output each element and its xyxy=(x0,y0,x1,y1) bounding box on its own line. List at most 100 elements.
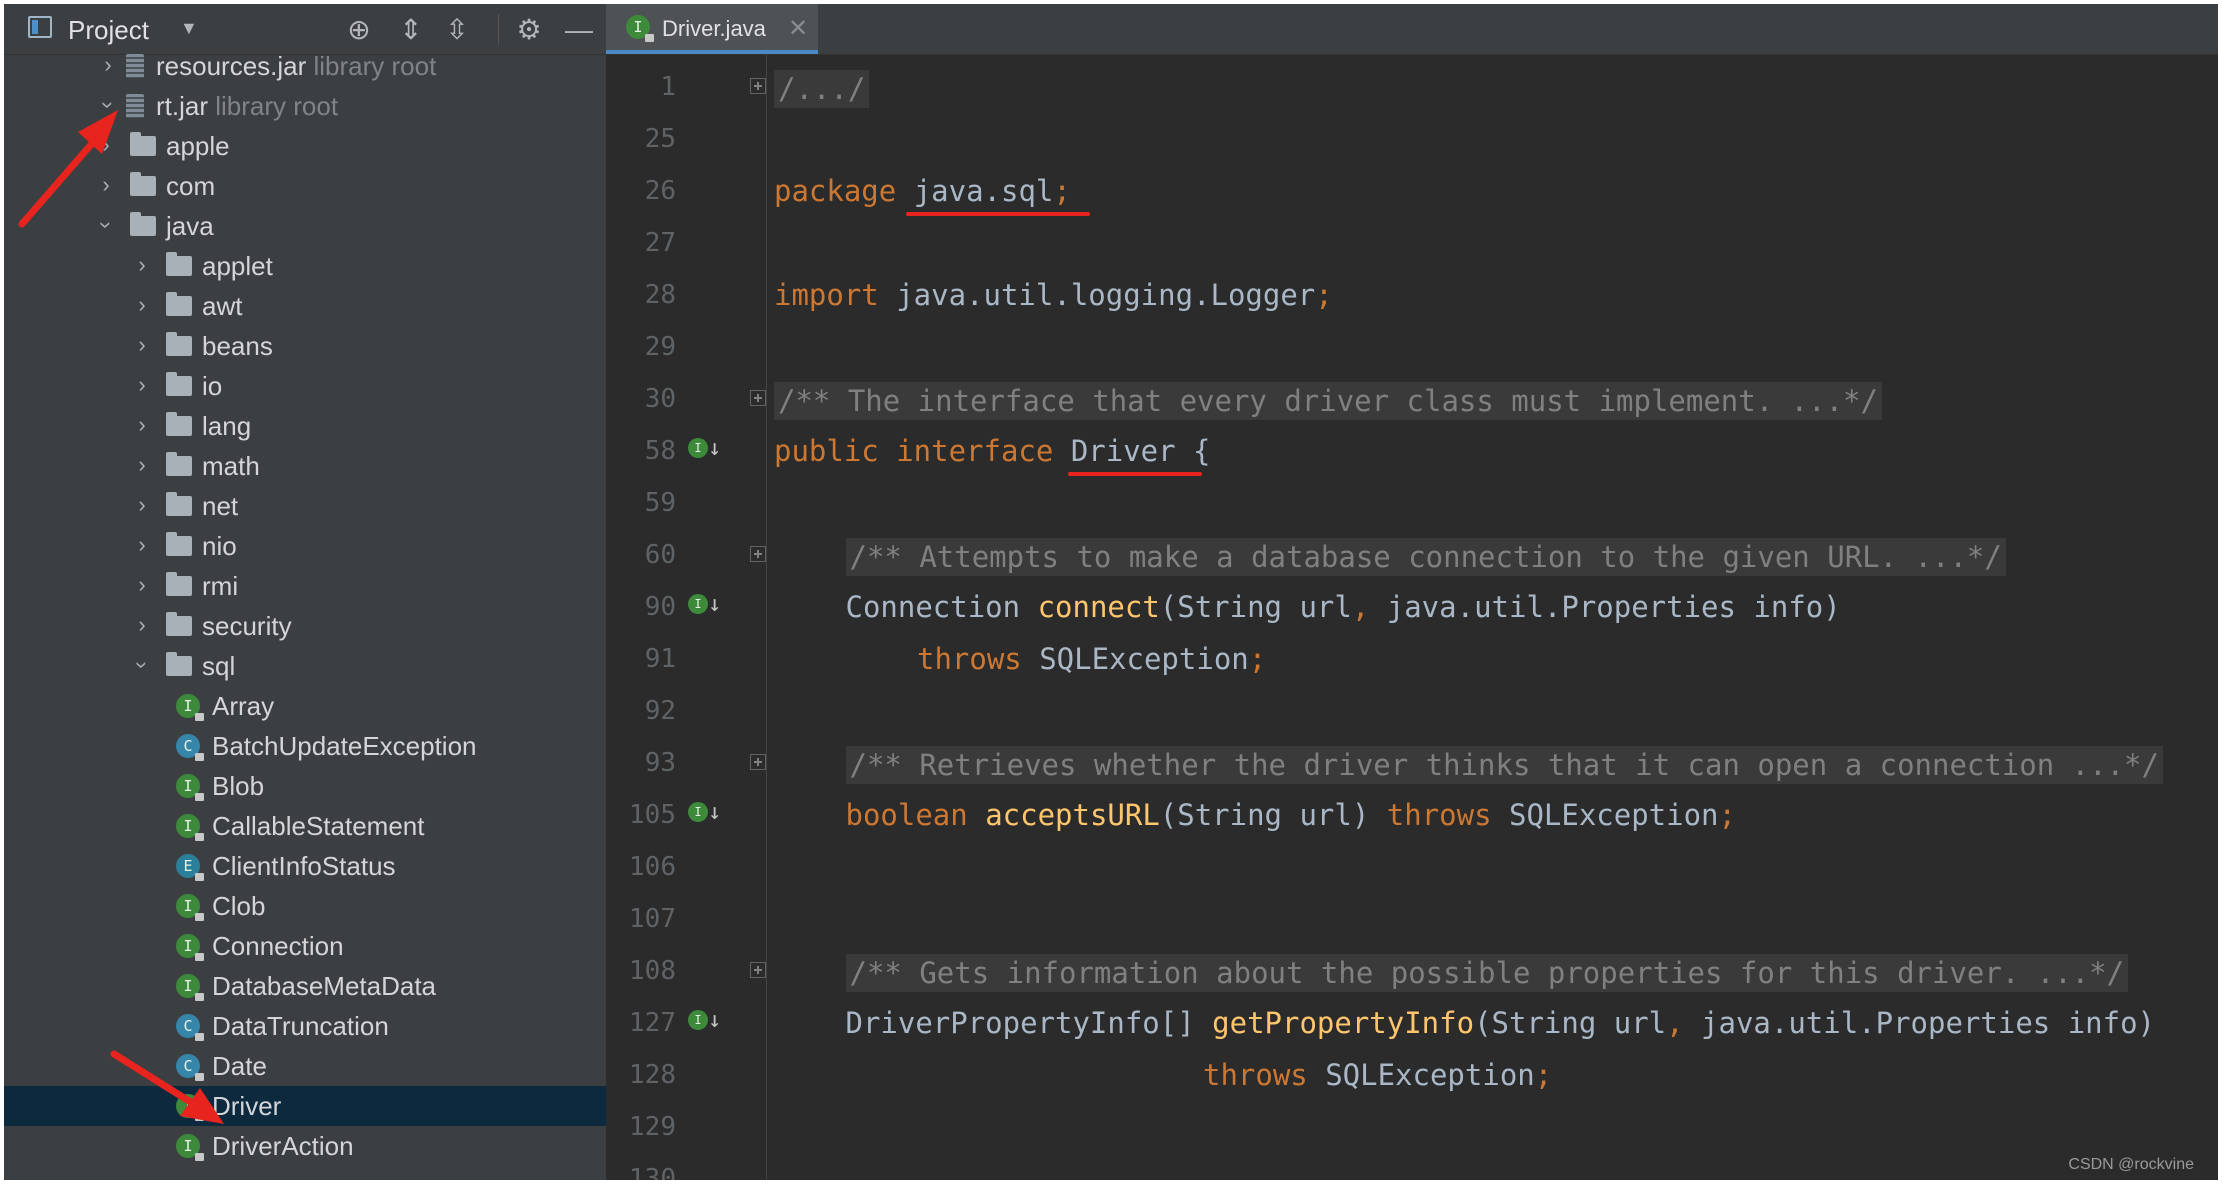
fold-expand-icon[interactable] xyxy=(750,962,766,978)
chevron-right-icon[interactable]: › xyxy=(132,412,152,438)
tree-item-clientinfostatus[interactable]: E ClientInfoStatus xyxy=(4,846,606,886)
line-number[interactable]: 29 xyxy=(606,332,676,362)
tree-item-label: nio xyxy=(202,531,237,561)
tree-item-label: lang xyxy=(202,411,252,441)
chevron-down-icon[interactable]: ▼ xyxy=(180,18,198,39)
line-number[interactable]: 127 xyxy=(606,1008,676,1038)
tree-item-beans[interactable]: › beans xyxy=(4,326,606,366)
chevron-right-icon[interactable]: › xyxy=(132,292,152,318)
chevron-down-icon[interactable]: › xyxy=(93,215,119,235)
tree-item-driveraction[interactable]: I DriverAction xyxy=(4,1126,606,1166)
line-number[interactable]: 105 xyxy=(606,800,676,830)
project-panel: Project ▼ ⊕ ⇕ ⇳ ⚙ — › resources.jar libra… xyxy=(4,4,606,1180)
chevron-down-icon[interactable]: › xyxy=(95,95,121,115)
line-number[interactable]: 30 xyxy=(606,384,676,414)
tree-item-array[interactable]: I Array xyxy=(4,686,606,726)
fold-expand-icon[interactable] xyxy=(750,78,766,94)
fold-expand-icon[interactable] xyxy=(750,754,766,770)
tree-item-label: CallableStatement xyxy=(212,811,425,841)
line-number[interactable]: 93 xyxy=(606,748,676,778)
project-title[interactable]: Project xyxy=(68,15,149,46)
tree-item-connection[interactable]: I Connection xyxy=(4,926,606,966)
line-number[interactable]: 91 xyxy=(606,644,676,674)
tree-item-nio[interactable]: › nio xyxy=(4,526,606,566)
line-number[interactable]: 130 xyxy=(606,1164,676,1180)
tree-item-clob[interactable]: I Clob xyxy=(4,886,606,926)
chevron-right-icon[interactable]: › xyxy=(132,252,152,278)
tree-item-com[interactable]: › com xyxy=(4,166,606,206)
chevron-right-icon[interactable]: › xyxy=(132,372,152,398)
chevron-right-icon[interactable]: › xyxy=(132,572,152,598)
chevron-right-icon[interactable]: › xyxy=(132,332,152,358)
line-number[interactable]: 108 xyxy=(606,956,676,986)
chevron-right-icon[interactable]: › xyxy=(132,452,152,478)
line-number[interactable]: 107 xyxy=(606,904,676,934)
line-number[interactable]: 25 xyxy=(606,124,676,154)
tree-item-driver[interactable]: I Driver xyxy=(4,1086,606,1126)
tree-item-net[interactable]: › net xyxy=(4,486,606,526)
line-number[interactable]: 106 xyxy=(606,852,676,882)
line-number[interactable]: 58 xyxy=(606,436,676,466)
library-root-hint: library root xyxy=(208,91,339,121)
tree-item-label: DatabaseMetaData xyxy=(212,971,437,1001)
chevron-right-icon[interactable]: › xyxy=(132,532,152,558)
code-line: 26 package java.sql; xyxy=(606,166,2218,218)
tree-item-datatruncation[interactable]: C DataTruncation xyxy=(4,1006,606,1046)
code-line: 59 xyxy=(606,478,2218,530)
tree-item-batchupdateexception[interactable]: C BatchUpdateException xyxy=(4,726,606,766)
expand-all-icon[interactable]: ⇕ xyxy=(394,14,428,48)
tree-item-callablestatement[interactable]: I CallableStatement xyxy=(4,806,606,846)
line-number[interactable]: 27 xyxy=(606,228,676,258)
tree-item-security[interactable]: › security xyxy=(4,606,606,646)
line-number[interactable]: 59 xyxy=(606,488,676,518)
line-number[interactable]: 1 xyxy=(606,72,676,102)
line-number[interactable]: 60 xyxy=(606,540,676,570)
code-line: 129 xyxy=(606,1102,2218,1154)
project-panel-icon xyxy=(28,16,52,38)
tree-item-apple[interactable]: › apple xyxy=(4,126,606,166)
locate-icon[interactable]: ⊕ xyxy=(342,14,376,48)
line-number[interactable]: 28 xyxy=(606,280,676,310)
line-number[interactable]: 128 xyxy=(606,1060,676,1090)
collapse-all-icon[interactable]: ⇳ xyxy=(440,14,474,48)
settings-gear-icon[interactable]: ⚙ xyxy=(512,14,546,48)
fold-expand-icon[interactable] xyxy=(750,546,766,562)
tree-item-sql[interactable]: › sql xyxy=(4,646,606,686)
line-number[interactable]: 90 xyxy=(606,592,676,622)
tree-item-label: applet xyxy=(202,251,273,281)
tree-item-blob[interactable]: I Blob xyxy=(4,766,606,806)
chevron-right-icon[interactable]: › xyxy=(98,52,118,78)
line-number[interactable]: 129 xyxy=(606,1112,676,1142)
tree-item-rt.jar[interactable]: › rt.jar library root xyxy=(4,86,606,126)
code-area[interactable]: 1 /.../ 25 26 package java.sql; 27 28 import ja… xyxy=(606,54,2218,1180)
tree-item-databasemetadata[interactable]: I DatabaseMetaData xyxy=(4,966,606,1006)
chevron-right-icon[interactable]: › xyxy=(132,612,152,638)
tree-item-applet[interactable]: › applet xyxy=(4,246,606,286)
line-number[interactable]: 92 xyxy=(606,696,676,726)
tree-item-rmi[interactable]: › rmi xyxy=(4,566,606,606)
hide-panel-icon[interactable]: — xyxy=(562,14,596,48)
tab-driver-java[interactable]: I Driver.java ✕ xyxy=(606,4,818,54)
fold-expand-icon[interactable] xyxy=(750,390,766,406)
tree-item-label: beans xyxy=(202,331,273,361)
tree-item-resources.jar[interactable]: › resources.jar library root xyxy=(4,46,606,86)
tree-item-awt[interactable]: › awt xyxy=(4,286,606,326)
tree-item-io[interactable]: › io xyxy=(4,366,606,406)
code-text: public interface Driver { xyxy=(774,434,1211,468)
chevron-right-icon[interactable]: › xyxy=(96,172,116,198)
chevron-right-icon[interactable]: › xyxy=(96,132,116,158)
chevron-down-icon[interactable]: › xyxy=(129,655,155,675)
close-icon[interactable]: ✕ xyxy=(788,14,808,43)
tree-item-label: BatchUpdateException xyxy=(212,731,477,761)
line-number[interactable]: 26 xyxy=(606,176,676,206)
code-line: 1 /.../ xyxy=(606,62,2218,114)
tree-item-lang[interactable]: › lang xyxy=(4,406,606,446)
tree-item-label: Clob xyxy=(212,891,266,921)
tree-item-label: rt.jar library root xyxy=(156,91,339,121)
tree-item-math[interactable]: › math xyxy=(4,446,606,486)
tree-item-date[interactable]: C Date xyxy=(4,1046,606,1086)
code-token: SQLException xyxy=(1509,798,1719,832)
tree-item-java[interactable]: › java xyxy=(4,206,606,246)
code-token: ; xyxy=(1718,798,1736,832)
chevron-right-icon[interactable]: › xyxy=(132,492,152,518)
